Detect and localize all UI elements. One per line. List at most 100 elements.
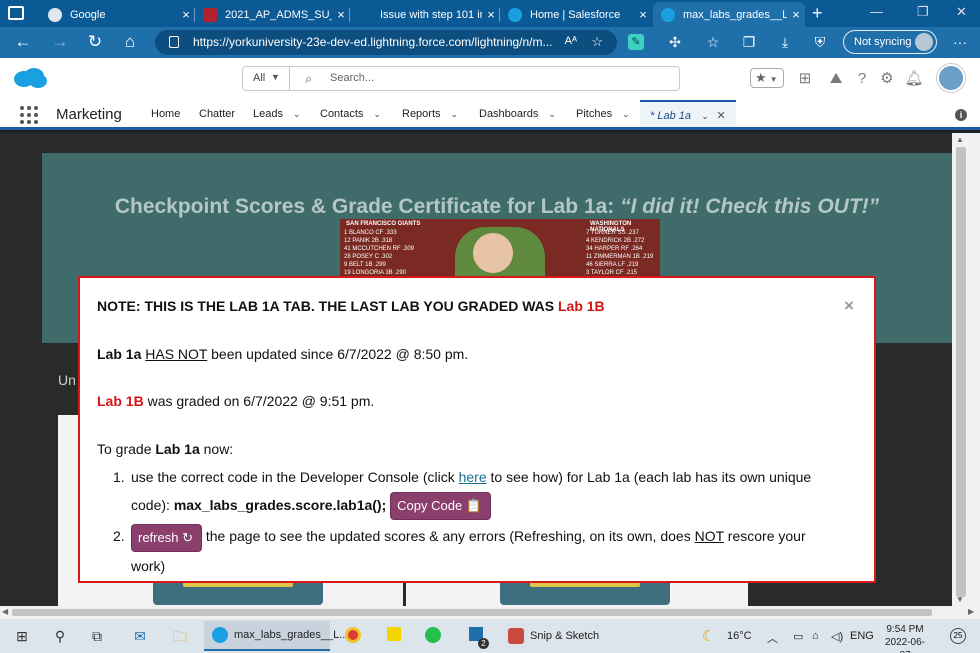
- system-clock[interactable]: 9:54 PM 2022-06-07: [880, 623, 930, 653]
- taskbar-app-snip[interactable]: Snip & Sketch: [500, 621, 600, 651]
- network-icon[interactable]: ⌂: [812, 630, 819, 642]
- lineup-entry: 11 ZIMMERMAN 1B .219: [586, 254, 654, 260]
- copy-code-button[interactable]: Copy Code 📋: [390, 492, 491, 521]
- close-window-icon[interactable]: ✕: [956, 4, 967, 20]
- downloads-icon[interactable]: ⤓: [777, 34, 793, 50]
- user-avatar[interactable]: [937, 64, 965, 92]
- close-tab-icon[interactable]: ×: [634, 7, 652, 22]
- global-actions-icon[interactable]: ⊞: [795, 69, 815, 89]
- refresh-button[interactable]: refresh ↻: [131, 523, 202, 552]
- update-status-text: Lab 1a HAS NOT been updated since 6/7/20…: [97, 346, 469, 362]
- chevron-down-icon: ▼: [769, 75, 778, 84]
- list-item: 2. refresh ↻ the page to see the updated…: [113, 522, 843, 579]
- read-aloud-icon[interactable]: Aᴬ: [565, 35, 577, 47]
- info-icon[interactable]: i: [955, 109, 967, 121]
- browser-tab-issue[interactable]: Issue with step 101 in l ×: [350, 2, 500, 27]
- forward-icon[interactable]: →: [49, 32, 71, 52]
- favorites-icon[interactable]: ☆: [705, 34, 721, 50]
- help-icon[interactable]: ?: [852, 69, 872, 89]
- york-favicon-icon: [203, 7, 217, 22]
- browser-essentials-icon[interactable]: ⛨: [812, 34, 828, 50]
- profile-avatar: [915, 33, 933, 51]
- notification-center-icon[interactable]: 25: [950, 628, 966, 644]
- notifications-bell-icon[interactable]: 🔔︎: [904, 69, 924, 89]
- windows-taskbar: ⊞ ⚲ ⧉ ✉ 🗀 max_labs_grades__L... 2 Snip &…: [0, 619, 980, 653]
- profile-sync-button[interactable]: Not syncing: [843, 30, 937, 54]
- nav-item-leads[interactable]: Leads ⌄: [253, 108, 301, 120]
- salesforce-logo-icon[interactable]: [12, 66, 48, 90]
- close-tab-icon[interactable]: ×: [177, 7, 195, 22]
- vertical-scrollbar[interactable]: ▲ ▼: [952, 133, 980, 606]
- horizontal-scrollbar[interactable]: ◀ ▶: [0, 606, 980, 619]
- star-icon: ★: [755, 70, 767, 85]
- maximize-icon[interactable]: ❐: [917, 4, 929, 20]
- more-menu-icon[interactable]: ···: [953, 34, 967, 50]
- chrome-icon[interactable]: [343, 627, 363, 645]
- nav-item-lab-1a[interactable]: * Lab 1a ⌄ ✕: [640, 100, 736, 127]
- close-tab-icon[interactable]: ×: [332, 7, 350, 22]
- list-item: 1. use the correct code in the Developer…: [113, 463, 843, 521]
- global-search[interactable]: All ▼ ⌕ Search...: [242, 66, 680, 91]
- browser-tab-max-labs[interactable]: max_labs_grades__Lab ×: [653, 2, 805, 27]
- chevron-down-icon: ⌄: [548, 109, 556, 119]
- mail-icon[interactable]: ✉: [130, 627, 150, 645]
- url-text: https://yorkuniversity-23e-dev-ed.lightn…: [193, 35, 553, 49]
- favorites-button[interactable]: ★ ▼: [750, 68, 784, 88]
- chevron-down-icon: ⌄: [700, 111, 709, 121]
- nav-item-reports[interactable]: Reports ⌄: [402, 108, 458, 120]
- language-indicator[interactable]: ENG: [850, 630, 874, 642]
- reload-icon[interactable]: ↻: [84, 32, 106, 52]
- nav-item-dashboards[interactable]: Dashboards ⌄: [479, 108, 556, 120]
- back-icon[interactable]: ←: [12, 32, 34, 52]
- favorite-star-icon[interactable]: ☆: [591, 34, 603, 50]
- browser-tab-adms[interactable]: 2021_AP_ADMS_SU_25 ×: [195, 2, 350, 27]
- lineup-entry: 4 KENDRICK 2B .272: [586, 238, 645, 244]
- address-bar[interactable]: https://yorkuniversity-23e-dev-ed.lightn…: [155, 30, 617, 55]
- lineup-entry: 41 MCCUTCHEN RF .309: [344, 246, 415, 252]
- store-badge: 2: [478, 638, 489, 649]
- task-view-icon[interactable]: ⧉: [87, 627, 107, 645]
- close-icon[interactable]: ×: [844, 296, 854, 316]
- browser-tabstrip: Google × 2021_AP_ADMS_SU_25 × Issue with…: [0, 0, 980, 27]
- tab-title: Home | Salesforce: [530, 8, 621, 21]
- how-to-link[interactable]: here: [459, 469, 487, 485]
- lineup-entry: 12 PANIK 2B .318: [344, 238, 393, 244]
- search-icon: ⌕: [305, 71, 313, 86]
- app-name: Marketing: [56, 106, 122, 123]
- windows-start-icon[interactable]: ⊞: [12, 627, 32, 645]
- new-tab-icon[interactable]: +: [812, 3, 823, 24]
- setup-gear-icon[interactable]: ⚙: [877, 69, 897, 89]
- trailhead-icon[interactable]: ⛰: [826, 69, 846, 89]
- temperature-text[interactable]: 16°C: [727, 630, 752, 642]
- browser-tab-google[interactable]: Google ×: [40, 2, 195, 27]
- show-hidden-icons-icon[interactable]: ︿: [767, 630, 778, 646]
- nav-item-chatter[interactable]: Chatter: [199, 108, 235, 120]
- browser-tab-salesforce-home[interactable]: Home | Salesforce ×: [500, 2, 652, 27]
- nav-item-pitches[interactable]: Pitches ⌄: [576, 108, 630, 120]
- chevron-down-icon: ▼: [271, 72, 280, 82]
- search-scope-select[interactable]: All ▼: [243, 67, 290, 90]
- nav-item-home[interactable]: Home: [151, 108, 180, 120]
- nav-item-contacts[interactable]: Contacts ⌄: [320, 108, 381, 120]
- search-icon[interactable]: ⚲: [50, 627, 70, 645]
- app-launcher-icon[interactable]: [20, 106, 38, 124]
- close-tab-icon[interactable]: ×: [482, 7, 500, 22]
- file-explorer-icon[interactable]: 🗀: [170, 627, 190, 645]
- minimize-icon[interactable]: —: [870, 4, 883, 19]
- sticky-notes-icon[interactable]: [384, 627, 404, 645]
- collections-icon[interactable]: ❐: [741, 34, 757, 50]
- google-favicon-icon: [48, 7, 62, 22]
- whatsapp-icon[interactable]: [423, 627, 443, 645]
- puzzle-extensions-icon[interactable]: ✣: [667, 34, 683, 50]
- close-tab-icon[interactable]: ×: [787, 7, 805, 22]
- app-navigation: Marketing Home Chatter Leads ⌄ Contacts ⌄ …: [0, 100, 980, 130]
- home-icon[interactable]: ⌂: [119, 32, 141, 52]
- search-input[interactable]: Search...: [330, 72, 374, 84]
- browser-toolbar: ← → ↻ ⌂ https://yorkuniversity-23e-dev-e…: [0, 27, 980, 58]
- weather-moon-icon[interactable]: ☾: [702, 627, 715, 645]
- camera-icon[interactable]: ▭: [793, 630, 803, 643]
- tab-actions-icon[interactable]: [8, 6, 24, 20]
- taskbar-app-edge[interactable]: max_labs_grades__L...: [204, 621, 348, 651]
- volume-icon[interactable]: ◁): [831, 630, 843, 643]
- extension-pen-icon[interactable]: ✎: [628, 34, 644, 50]
